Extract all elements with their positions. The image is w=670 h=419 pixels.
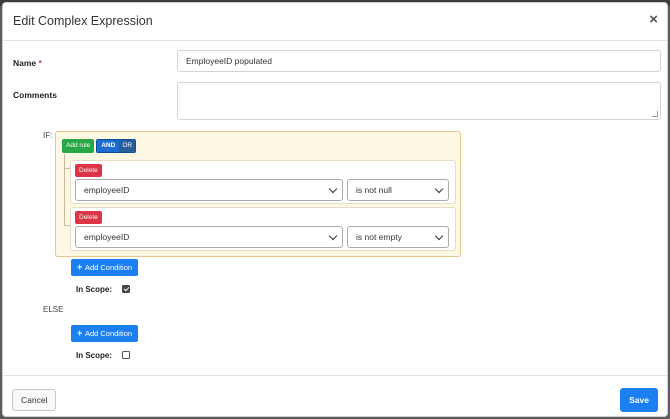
close-icon[interactable]: × bbox=[649, 11, 658, 29]
chevron-down-icon bbox=[434, 231, 444, 241]
name-input[interactable]: EmployeeID populated bbox=[177, 50, 661, 72]
delete-rule-button[interactable]: Delete bbox=[75, 211, 102, 224]
else-label: ELSE bbox=[43, 305, 64, 314]
name-label: Name * bbox=[13, 58, 42, 68]
plus-icon: + bbox=[77, 262, 83, 272]
else-add-condition-button[interactable]: + Add Condition bbox=[71, 325, 139, 342]
rule-row: Delete employeeID is not empty bbox=[70, 207, 456, 251]
chevron-down-icon bbox=[328, 184, 338, 194]
field-select-value: employeeID bbox=[84, 232, 130, 242]
operator-select-value: is not empty bbox=[356, 232, 402, 242]
comments-label: Comments bbox=[13, 90, 57, 100]
add-rule-button[interactable]: Add rule bbox=[62, 139, 95, 153]
comments-textarea[interactable] bbox=[177, 82, 661, 120]
edit-expression-modal: Edit Complex Expression × Name * Employe… bbox=[2, 2, 668, 417]
in-scope-label: In Scope: bbox=[76, 285, 113, 294]
rule-row: Delete employeeID is not null bbox=[70, 160, 456, 204]
else-in-scope-checkbox[interactable] bbox=[122, 351, 130, 359]
if-label: IF: bbox=[43, 131, 53, 140]
and-button[interactable]: AND bbox=[97, 140, 120, 152]
operator-select[interactable]: is not null bbox=[347, 179, 449, 201]
modal-header: Edit Complex Expression × bbox=[3, 3, 667, 41]
name-input-value: EmployeeID populated bbox=[186, 56, 273, 66]
else-in-scope-label: In Scope: bbox=[76, 351, 113, 360]
plus-icon: + bbox=[77, 328, 83, 338]
field-select[interactable]: employeeID bbox=[75, 179, 343, 201]
modal-title: Edit Complex Expression bbox=[13, 14, 153, 28]
operator-select[interactable]: is not empty bbox=[347, 226, 449, 248]
field-select[interactable]: employeeID bbox=[75, 226, 343, 248]
add-condition-button[interactable]: + Add Condition bbox=[71, 259, 139, 276]
rule-group: Add rule AND OR Delete employeeID is not… bbox=[55, 131, 461, 257]
modal-footer: Cancel Save bbox=[3, 375, 667, 416]
chevron-down-icon bbox=[434, 184, 444, 194]
save-button[interactable]: Save bbox=[620, 388, 658, 412]
add-condition-label: Add Condition bbox=[84, 263, 133, 272]
delete-rule-button[interactable]: Delete bbox=[75, 164, 102, 177]
in-scope-checkbox[interactable] bbox=[122, 285, 130, 293]
rule-group-toolbar: Add rule AND OR bbox=[62, 139, 137, 153]
name-label-text: Name bbox=[13, 58, 37, 68]
resize-grip-icon[interactable] bbox=[652, 111, 658, 117]
operator-select-value: is not null bbox=[356, 185, 392, 195]
chevron-down-icon bbox=[328, 231, 338, 241]
or-button[interactable]: OR bbox=[119, 140, 136, 152]
required-marker: * bbox=[38, 58, 42, 68]
else-add-condition-label: Add Condition bbox=[84, 329, 133, 338]
cancel-button[interactable]: Cancel bbox=[12, 389, 57, 411]
and-or-toggle: AND OR bbox=[96, 139, 137, 153]
field-select-value: employeeID bbox=[84, 185, 130, 195]
